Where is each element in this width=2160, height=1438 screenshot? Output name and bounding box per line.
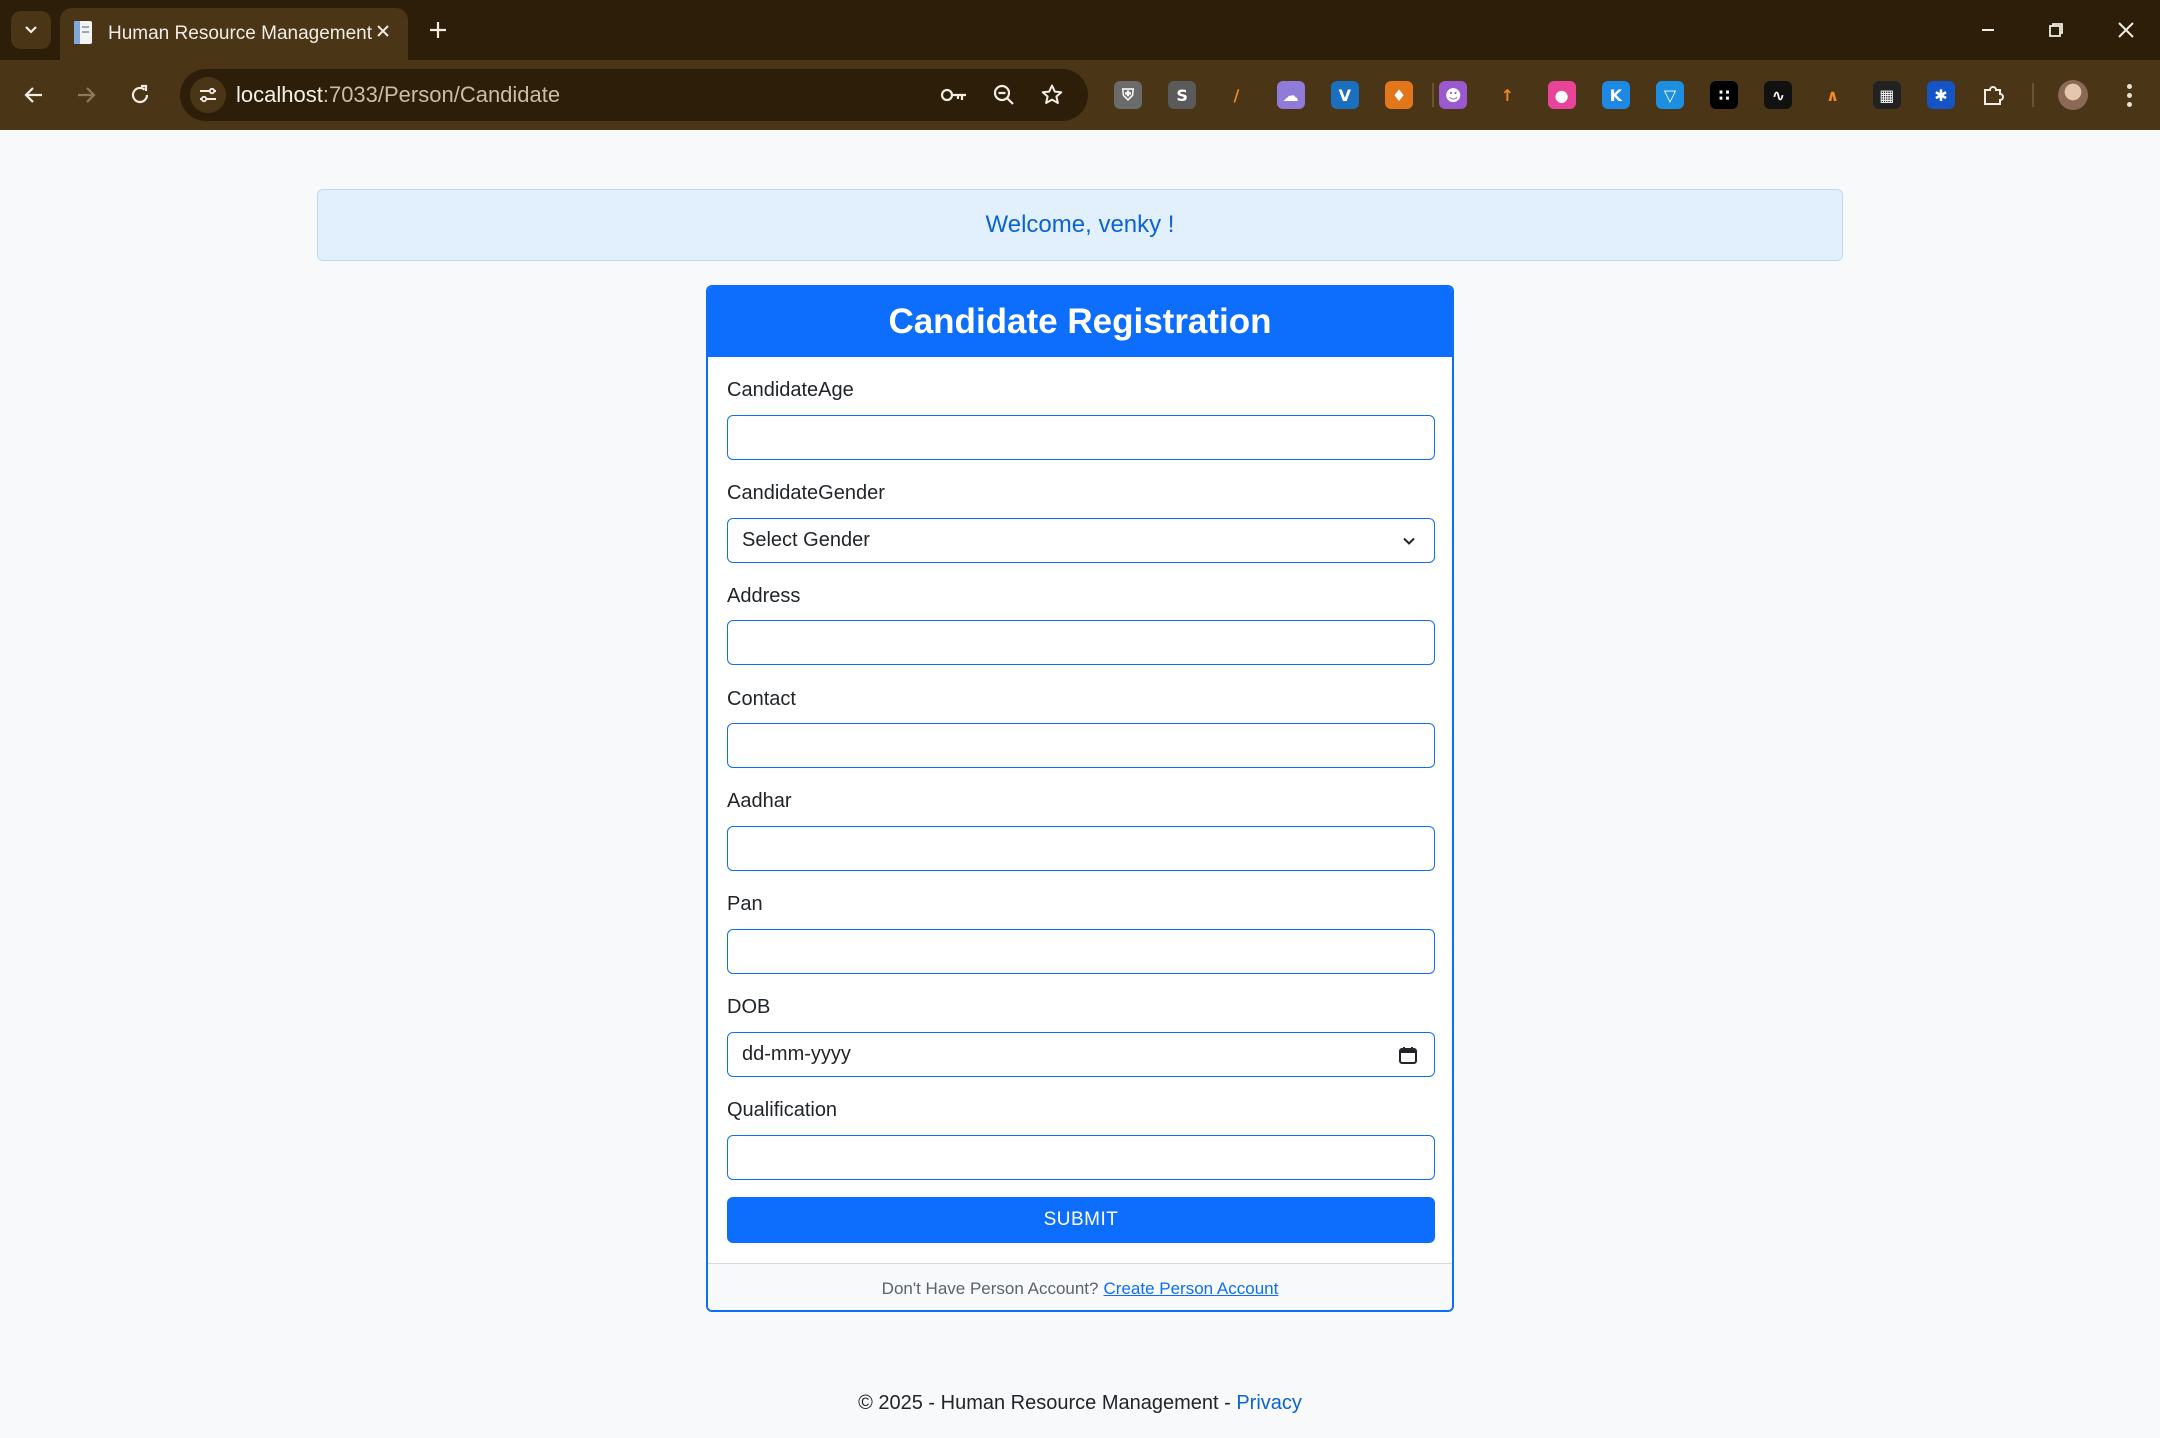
t-extension-icon[interactable]: ▽ xyxy=(1656,81,1684,109)
restore-button[interactable] xyxy=(2038,14,2074,46)
reload-button[interactable] xyxy=(120,75,160,115)
contact-label: Contact xyxy=(727,688,796,710)
arrow-right-icon xyxy=(78,87,96,103)
tab-title: Human Resource Management xyxy=(108,23,373,44)
lines-extension-icon[interactable]: ∕ xyxy=(1222,81,1250,109)
welcome-text: Welcome, venky ! xyxy=(985,211,1175,238)
menu-dot-icon xyxy=(2126,83,2132,89)
toolbar-separator xyxy=(1432,83,1434,107)
grid-extension-icon[interactable]: ∷ xyxy=(1710,81,1739,109)
submit-button[interactable]: SUBMIT xyxy=(727,1197,1435,1243)
browser-toolbar: localhost:7033/Person/Candidate ⛨ S ∕ ☁ V ♦ ☻ ↑… xyxy=(0,60,2160,130)
privacy-link[interactable]: Privacy xyxy=(1236,1392,1302,1414)
site-info-button[interactable] xyxy=(190,77,226,113)
puzzle-icon xyxy=(1984,86,2004,105)
form-title: Candidate Registration xyxy=(708,287,1452,357)
menu-dot-icon xyxy=(2126,92,2132,98)
candidate-age-label: CandidateAge xyxy=(727,379,854,401)
url-text: localhost:7033/Person/Candidate xyxy=(236,82,560,108)
bookmark-button[interactable] xyxy=(1036,79,1068,111)
menu-dot-icon xyxy=(2126,101,2132,107)
candidate-gender-label: CandidateGender xyxy=(727,482,885,504)
reload-icon xyxy=(131,84,149,104)
candidate-age-input[interactable] xyxy=(727,415,1435,460)
close-icon xyxy=(2118,22,2134,38)
qr-extension-icon[interactable]: ▦ xyxy=(1872,81,1901,109)
aadhar-input[interactable] xyxy=(727,826,1435,871)
address-label: Address xyxy=(727,585,801,607)
dob-date-input[interactable]: dd-mm-yyyy xyxy=(727,1032,1435,1077)
browser-tab-bar: Human Resource Management xyxy=(0,0,2160,60)
footer-prompt-text: Don't Have Person Account? xyxy=(881,1279,1099,1298)
robot-extension-icon[interactable]: ☻ xyxy=(1439,81,1468,109)
restore-icon xyxy=(2049,23,2063,37)
contact-input[interactable] xyxy=(727,723,1435,768)
star-extension-icon[interactable]: ✱ xyxy=(1927,81,1955,109)
candidate-gender-select[interactable]: Select Gender xyxy=(727,518,1435,563)
qualification-label: Qualification xyxy=(727,1099,838,1121)
chevron-down-icon xyxy=(1403,537,1415,545)
minimize-icon xyxy=(1982,29,1994,31)
url-host: localhost xyxy=(236,82,323,107)
arrow-left-icon xyxy=(24,87,42,103)
aadhar-label: Aadhar xyxy=(727,790,792,812)
close-icon xyxy=(377,25,389,37)
tab-close-button[interactable] xyxy=(370,18,396,44)
candidate-registration-card: Candidate Registration CandidateAge Cand… xyxy=(706,285,1454,1312)
chart-extension-icon[interactable]: ↑ xyxy=(1493,81,1521,109)
dob-placeholder: dd-mm-yyyy xyxy=(742,1043,851,1065)
key-icon xyxy=(940,88,966,102)
tab-list-button[interactable] xyxy=(11,11,51,49)
s-extension-icon[interactable]: S xyxy=(1168,81,1197,109)
minimize-button[interactable] xyxy=(1970,14,2006,46)
card-footer: Don't Have Person Account? Create Person… xyxy=(708,1263,1452,1310)
address-bar[interactable]: localhost:7033/Person/Candidate xyxy=(180,69,1088,121)
new-tab-button[interactable] xyxy=(422,14,454,46)
zoom-out-icon xyxy=(993,84,1014,105)
extensions-puzzle-button[interactable] xyxy=(1980,81,2008,109)
cloud-extension-icon[interactable]: ☁ xyxy=(1276,81,1305,109)
k-extension-icon[interactable]: K xyxy=(1601,81,1630,109)
plus-icon xyxy=(430,22,446,38)
toolbar-separator xyxy=(2032,83,2034,107)
ai-extension-icon[interactable]: ∧ xyxy=(1819,81,1847,109)
close-window-button[interactable] xyxy=(2108,14,2144,46)
chevron-down-icon xyxy=(25,26,37,34)
back-button[interactable] xyxy=(14,75,54,115)
zoom-button[interactable] xyxy=(988,79,1020,111)
welcome-alert: Welcome, venky ! xyxy=(317,189,1843,261)
forward-button[interactable] xyxy=(66,75,106,115)
document-icon xyxy=(74,21,92,44)
pan-input[interactable] xyxy=(727,929,1435,974)
gender-selected-value: Select Gender xyxy=(742,529,870,551)
address-input[interactable] xyxy=(727,620,1435,665)
fox-extension-icon[interactable]: ♦ xyxy=(1385,81,1413,109)
dob-label: DOB xyxy=(727,996,771,1018)
browser-tab[interactable]: Human Resource Management xyxy=(60,8,408,60)
shield-extension-icon[interactable]: ⛨ xyxy=(1114,81,1142,109)
star-icon xyxy=(1041,84,1063,104)
create-person-account-link[interactable]: Create Person Account xyxy=(1104,1279,1279,1299)
tune-icon xyxy=(200,87,216,103)
profile-avatar[interactable] xyxy=(2058,80,2088,110)
page-footer: © 2025 - Human Resource Management - Pri… xyxy=(0,1392,2160,1415)
copyright-text: © 2025 - Human Resource Management - xyxy=(858,1392,1231,1414)
v-extension-icon[interactable]: V xyxy=(1330,81,1359,109)
wave-extension-icon[interactable]: ∿ xyxy=(1764,81,1793,109)
pink-extension-icon[interactable]: ● xyxy=(1547,81,1576,109)
password-key-button[interactable] xyxy=(938,79,970,111)
qualification-input[interactable] xyxy=(727,1135,1435,1180)
pan-label: Pan xyxy=(727,893,763,915)
browser-menu-button[interactable] xyxy=(2114,78,2144,112)
url-path: :7033/Person/Candidate xyxy=(322,82,561,107)
calendar-icon[interactable] xyxy=(1398,1045,1418,1065)
